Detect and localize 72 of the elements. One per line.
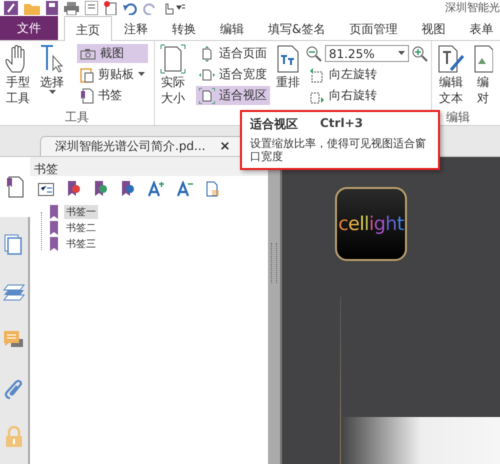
window-title: 深圳智能光 (445, 0, 500, 15)
print-icon[interactable] (64, 2, 79, 14)
bookmark-item[interactable]: 书签一 (64, 205, 98, 219)
new-document-icon[interactable] (104, 1, 117, 15)
bookmark-search-icon[interactable] (121, 181, 135, 197)
reflow-icon (276, 44, 300, 74)
ribbon-button[interactable]: 剪贴板 (77, 65, 148, 84)
font-larger-icon[interactable] (148, 181, 164, 197)
close-tab-button[interactable]: × (220, 139, 230, 154)
page-icon (6, 176, 24, 198)
edit-object-icon (472, 44, 493, 74)
ribbon-tab[interactable]: 转换 (160, 18, 208, 40)
font-smaller-icon[interactable] (177, 181, 193, 197)
pages-icon (4, 234, 24, 256)
bookmark-icon (50, 205, 58, 219)
fit-width-icon (198, 66, 215, 82)
text-cursor-icon (39, 44, 65, 74)
file-menu-tab[interactable]: 文件 (0, 16, 58, 40)
caret-icon (398, 51, 405, 56)
select-button[interactable]: 选择 (37, 44, 67, 95)
camera-icon (80, 48, 96, 60)
bookmark-item[interactable]: 书签三 (64, 237, 98, 251)
side-panel-tab[interactable] (0, 157, 30, 217)
caret-icon (138, 72, 145, 77)
save-icon[interactable] (46, 1, 58, 15)
actual-size-button[interactable]: 实际 大小 (158, 44, 188, 106)
ribbon-tab[interactable]: 页面管理 (337, 18, 410, 40)
zoom-in-icon[interactable] (412, 46, 428, 62)
edit-object-button[interactable]: 编 对 (470, 44, 495, 106)
ribbon-tab[interactable]: 填写&签名 (256, 18, 338, 40)
rotate-button[interactable]: 向左旋转 (306, 65, 428, 84)
delete-bookmark-icon[interactable] (67, 181, 81, 197)
ribbon-button[interactable]: 适合视区 (196, 86, 270, 105)
ribbon-button[interactable]: 适合页面 (196, 44, 270, 63)
panel-title: 书签 (34, 161, 58, 176)
ribbon-tab[interactable]: 注释 (112, 18, 160, 40)
clipboard-icon (80, 66, 94, 82)
zoom-field[interactable]: 81.25% (324, 45, 409, 62)
padlock-icon (5, 426, 23, 448)
document-icon[interactable] (85, 1, 98, 15)
ribbon-button[interactable]: 截图 (77, 44, 148, 63)
bookmark-icon (80, 88, 94, 104)
ribbon-tab[interactable]: 编辑 (208, 18, 256, 40)
tooltip-title: 适合视区 (250, 116, 298, 133)
rotate-left-icon (308, 66, 325, 82)
zoom-out-icon[interactable] (306, 46, 322, 62)
bookmark-icon (50, 221, 58, 235)
fit-visible-icon (198, 88, 215, 104)
ribbon-tab[interactable]: 表单 (457, 18, 500, 40)
caret-icon (48, 90, 56, 95)
group-label: 编辑 (444, 109, 471, 125)
actual-size-icon (160, 44, 186, 74)
reflow-button[interactable]: 重排 (274, 44, 302, 90)
add-bookmark-icon[interactable] (94, 181, 108, 197)
edit-text-icon (436, 44, 465, 74)
ribbon-button[interactable]: 书签 (77, 86, 148, 105)
group-label: 工具 (64, 109, 90, 125)
shortcut-text: Ctrl+3 (320, 116, 363, 132)
ribbon-tab[interactable]: 视图 (409, 18, 458, 40)
paperclip-icon (4, 378, 24, 400)
checklist-icon[interactable] (38, 182, 54, 196)
hand-tool-button[interactable]: 手型 工具 (3, 44, 33, 106)
layers-icon (3, 283, 25, 303)
bookmark-item[interactable]: 书签二 (64, 221, 98, 235)
undo-icon[interactable] (123, 2, 137, 14)
ribbon-button[interactable]: 适合宽度 (196, 65, 270, 84)
document-list-icon[interactable] (206, 181, 220, 197)
tooltip-text: 设置缩放比率，使得可见视图适合窗口宽度 (250, 137, 427, 163)
bookmark-icon (50, 237, 58, 251)
logo-text: cellight (335, 187, 407, 261)
edit-text-button[interactable]: 编辑 文本 (434, 44, 467, 106)
rotate-button[interactable]: 向右旋转 (306, 86, 428, 105)
